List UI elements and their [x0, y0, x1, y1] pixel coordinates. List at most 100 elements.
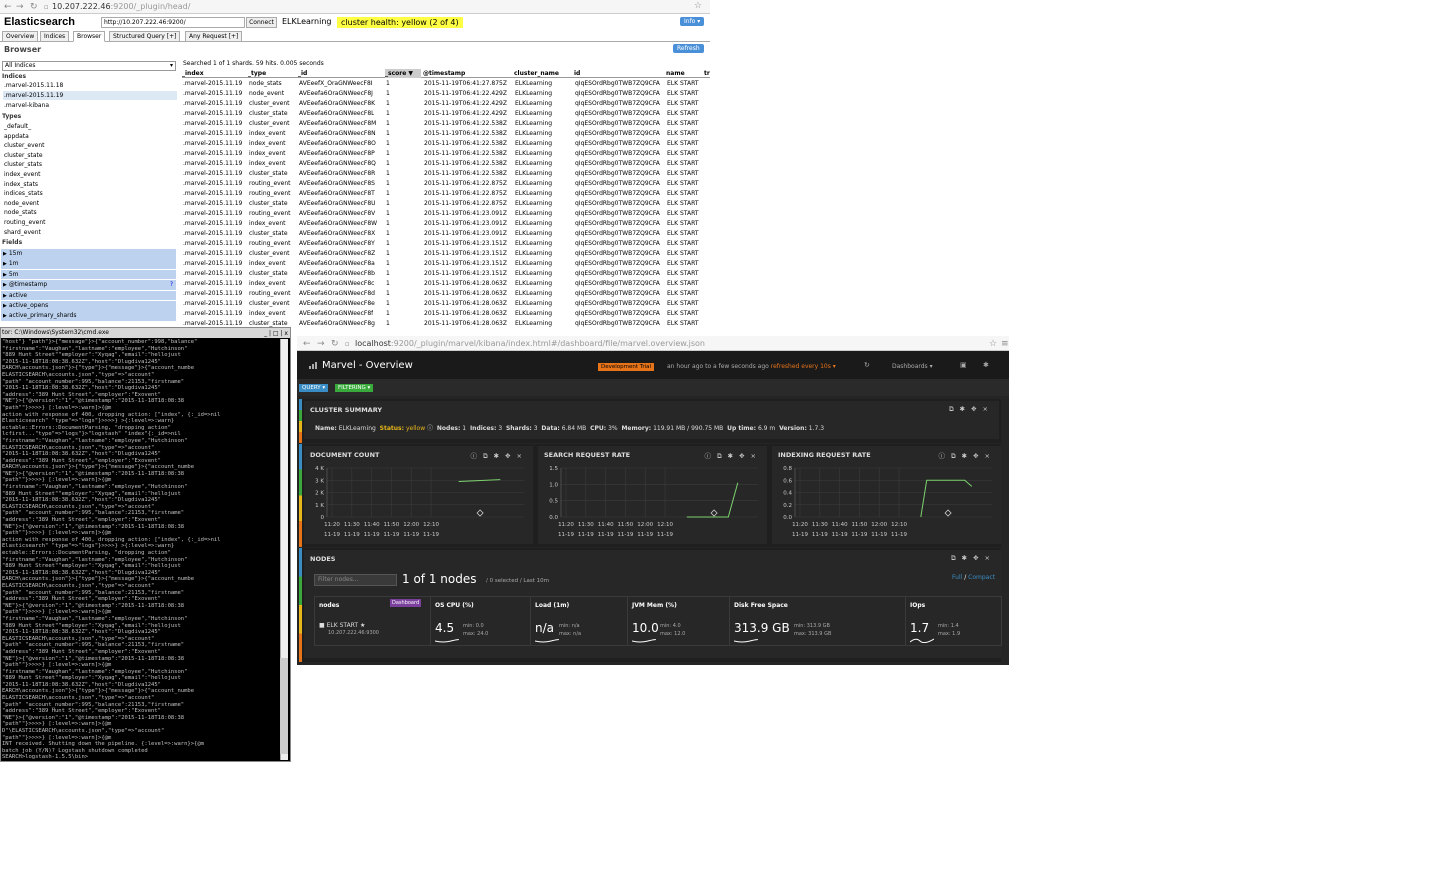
table-row[interactable]: .marvel-2015.11.19 routing_event AVEeefa6O…: [182, 239, 710, 249]
dashboard-button[interactable]: Dashboard: [390, 599, 422, 607]
table-row[interactable]: .marvel-2015.11.19 index_event AVEeefa6Ora…: [182, 259, 710, 269]
panel-icons[interactable]: ⧉✱✥×: [951, 554, 996, 563]
indexing-request-rate-chart[interactable]: 0.80.60.40.20.011:2011-1911:3011-1911:40…: [772, 446, 1001, 544]
index-select[interactable]: All Indices ▾: [2, 61, 176, 71]
type-item[interactable]: cluster_event: [3, 141, 177, 150]
tab-browser[interactable]: Browser: [73, 31, 106, 42]
field-item[interactable]: ▶ active_primary_shards: [1, 311, 176, 321]
type-item[interactable]: routing_event: [3, 218, 177, 227]
table-row[interactable]: .marvel-2015.11.19 cluster_event AVEeefa6O…: [182, 249, 710, 259]
table-row[interactable]: .marvel-2015.11.19 routing_event AVEeefa6O…: [182, 189, 710, 199]
column-header[interactable]: cluster_name: [514, 69, 559, 78]
gear-icon[interactable]: ✱: [962, 554, 973, 562]
panel-icons[interactable]: ⧉✱✥×: [949, 405, 994, 414]
refresh-icon[interactable]: ↻: [864, 361, 870, 369]
expand-arrow-icon[interactable]: ▶: [3, 293, 7, 299]
gear-icon[interactable]: ✱: [960, 405, 971, 413]
field-item[interactable]: ▶ 5m: [1, 269, 176, 280]
metric-header[interactable]: JVM Mem (%): [632, 602, 677, 609]
compact-view-link[interactable]: Compact: [968, 574, 995, 581]
table-row[interactable]: .marvel-2015.11.19 cluster_event AVEeefa6O…: [182, 99, 710, 109]
refresh-interval[interactable]: refreshed every 10s ▾: [771, 363, 836, 370]
index-item[interactable]: .marvel-2015.11.19: [3, 91, 177, 100]
reload-icon[interactable]: ↻: [30, 2, 38, 12]
type-item[interactable]: index_stats: [3, 180, 177, 189]
table-row[interactable]: .marvel-2015.11.19 routing_event AVEeefa6O…: [182, 179, 710, 189]
table-row[interactable]: .marvel-2015.11.19 cluster_state AVEeefa6O…: [182, 169, 710, 179]
bookmark-star-icon[interactable]: ☆: [989, 339, 997, 349]
address-url[interactable]: localhost:9200/_plugin/marvel/kibana/ind…: [355, 339, 705, 348]
index-item[interactable]: .marvel-kibana: [3, 101, 177, 110]
console-output[interactable]: "host"} "path"}>{"message"}>{"account_nu…: [2, 339, 278, 759]
field-item[interactable]: ▶ 1m: [1, 259, 176, 269]
table-row[interactable]: .marvel-2015.11.19 index_event AVEeefa6Ora…: [182, 309, 710, 319]
expand-arrow-icon[interactable]: ▶: [3, 251, 7, 257]
column-header[interactable]: tr: [704, 69, 710, 78]
type-item[interactable]: _default_: [3, 122, 177, 131]
filter-nodes-input[interactable]: Filter nodes...: [314, 574, 397, 586]
table-row[interactable]: .marvel-2015.11.19 node_event AVEeefa6OraG…: [182, 89, 710, 99]
table-row[interactable]: .marvel-2015.11.19 cluster_state AVEeefa6O…: [182, 319, 710, 327]
type-item[interactable]: appdata: [3, 132, 177, 141]
browser-address-bar[interactable]: ← → ↻ ▫ localhost:9200/_plugin/marvel/ki…: [297, 336, 1009, 351]
column-header[interactable]: _type: [248, 69, 266, 78]
menu-icon[interactable]: ≡: [1001, 339, 1009, 349]
connect-button[interactable]: Connect: [246, 17, 277, 28]
node-name[interactable]: ELK START: [327, 622, 359, 629]
browser-address-bar[interactable]: ← → ↻ ▫ 10.207.222.46:9200/_plugin/head/…: [0, 0, 710, 14]
gear-icon[interactable]: ✱: [983, 361, 989, 369]
back-icon[interactable]: ←: [4, 2, 12, 12]
type-item[interactable]: node_stats: [3, 208, 177, 217]
search-request-rate-chart[interactable]: 1.51.00.50.011:2011-1911:3011-1911:4011-…: [538, 446, 767, 544]
field-item[interactable]: ▶ active: [1, 290, 176, 301]
copy-icon[interactable]: ⧉: [949, 405, 960, 413]
table-row[interactable]: .marvel-2015.11.19 index_event AVEeefa6Ora…: [182, 129, 710, 139]
field-item[interactable]: ▶ @timestamp?: [1, 280, 176, 290]
table-row[interactable]: .marvel-2015.11.19 index_event AVEeefa6Ora…: [182, 279, 710, 289]
table-row[interactable]: .marvel-2015.11.19 cluster_state AVEeefa6O…: [182, 229, 710, 239]
annotation-marker-icon[interactable]: [476, 509, 484, 517]
column-header[interactable]: @timestamp: [423, 69, 465, 78]
address-url[interactable]: 10.207.222.46:9200/_plugin/head/: [52, 2, 190, 11]
table-row[interactable]: .marvel-2015.11.19 routing_event AVEeefa6O…: [182, 289, 710, 299]
info-icon[interactable]: ⓘ: [427, 425, 433, 432]
table-row[interactable]: .marvel-2015.11.19 index_event AVEeefa6Ora…: [182, 219, 710, 229]
tab-indices[interactable]: Indices: [40, 31, 70, 42]
type-item[interactable]: shard_event: [3, 228, 177, 237]
back-icon[interactable]: ←: [303, 339, 311, 349]
forward-icon[interactable]: →: [16, 2, 24, 12]
index-item[interactable]: .marvel-2015.11.18: [3, 81, 177, 90]
close-icon[interactable]: ×: [983, 405, 994, 413]
document-count-chart[interactable]: 4 K3 K2 K1 K011:2011-1911:3011-1911:4011…: [304, 446, 533, 544]
window-buttons[interactable]: _ | □ | x: [264, 329, 288, 339]
tab-structured-query[interactable]: Structured Query [+]: [109, 31, 181, 42]
column-header[interactable]: name: [666, 69, 685, 78]
column-header[interactable]: _id: [298, 69, 307, 78]
bookmark-star-icon[interactable]: ☆: [694, 1, 702, 11]
table-row[interactable]: .marvel-2015.11.19 node_stats AVEeefX_OraG…: [182, 79, 710, 89]
move-icon[interactable]: ✥: [971, 405, 982, 413]
node-row[interactable]: ■ ELK START ★: [319, 622, 365, 629]
copy-icon[interactable]: ⧉: [951, 554, 962, 562]
field-item[interactable]: ▶ 15m: [1, 249, 176, 259]
trial-badge[interactable]: Development Trial: [598, 363, 655, 371]
expand-arrow-icon[interactable]: ▶: [3, 272, 7, 278]
close-icon[interactable]: ×: [985, 554, 996, 562]
column-header[interactable]: id: [574, 69, 580, 78]
type-item[interactable]: node_event: [3, 199, 177, 208]
table-row[interactable]: .marvel-2015.11.19 cluster_event AVEeefa6O…: [182, 119, 710, 129]
metric-header[interactable]: Disk Free Space: [734, 602, 788, 609]
forward-icon[interactable]: →: [317, 339, 325, 349]
table-row[interactable]: .marvel-2015.11.19 index_event AVEeefa6Ora…: [182, 149, 710, 159]
tab-any-request[interactable]: Any Request [+]: [185, 31, 243, 42]
move-icon[interactable]: ✥: [973, 554, 984, 562]
scrollbar-thumb[interactable]: [280, 658, 288, 754]
expand-arrow-icon[interactable]: ▶: [3, 282, 7, 288]
type-item[interactable]: index_event: [3, 170, 177, 179]
reload-icon[interactable]: ↻: [331, 339, 339, 349]
filtering-toggle[interactable]: FILTERING ▾: [335, 384, 374, 392]
query-toggle[interactable]: QUERY ▾: [299, 384, 329, 392]
table-row[interactable]: .marvel-2015.11.19 index_event AVEeefa6Ora…: [182, 159, 710, 169]
metric-header[interactable]: Load (1m): [535, 602, 569, 609]
table-row[interactable]: .marvel-2015.11.19 routing_event AVEeefa6O…: [182, 209, 710, 219]
